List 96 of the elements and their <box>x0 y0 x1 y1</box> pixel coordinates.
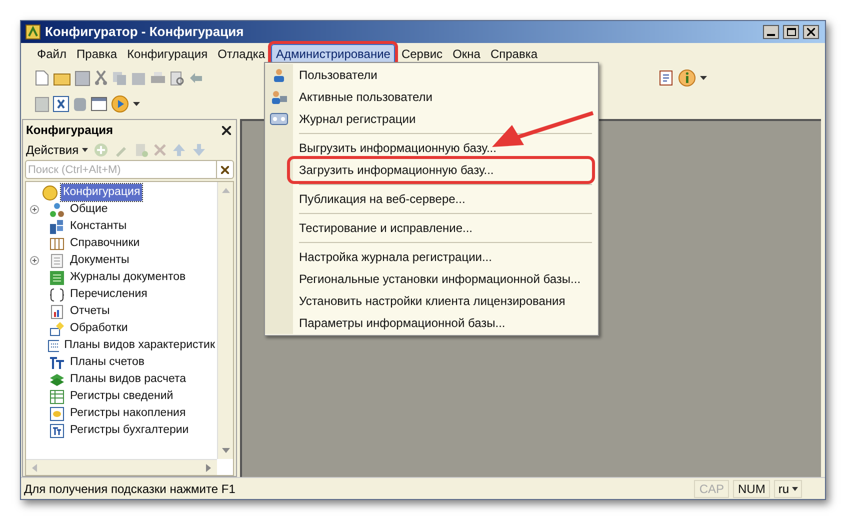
menu-item[interactable]: Выгрузить информационную базу... <box>293 137 592 159</box>
tree-item[interactable]: Константы <box>68 218 129 236</box>
tree-item[interactable]: Планы счетов <box>68 354 146 372</box>
menu-item[interactable]: Конфигурация <box>123 44 212 64</box>
tree-item[interactable]: Планы видов характеристик <box>62 336 217 354</box>
tree-item[interactable]: Документы <box>68 252 132 270</box>
log-icon <box>270 113 288 125</box>
caret-icon[interactable] <box>700 76 707 80</box>
close-icon <box>807 28 815 36</box>
scroll-up-icon[interactable] <box>222 188 230 193</box>
language-selector[interactable]: ru <box>774 480 802 498</box>
user-icon <box>272 68 286 82</box>
tree-item[interactable]: Журналы документов <box>68 268 188 286</box>
close-button[interactable] <box>219 123 233 137</box>
menu-item[interactable]: Пользователи <box>293 64 592 86</box>
journal-icon <box>49 270 65 286</box>
table-icon <box>49 236 65 252</box>
tree-item[interactable]: Перечисления <box>68 286 150 304</box>
maximize-icon <box>786 28 796 36</box>
chart-icon <box>49 304 65 320</box>
tree-item[interactable]: Общие <box>68 200 110 218</box>
window-title: Конфигуратор - Конфигурация <box>45 23 245 42</box>
document-icon <box>49 252 65 268</box>
new-document-icon[interactable] <box>35 70 49 86</box>
caret-icon[interactable] <box>792 486 798 490</box>
letters-icon <box>49 422 65 438</box>
users-computer-icon <box>271 90 287 104</box>
tree-item[interactable]: Регистры накопления <box>68 404 188 422</box>
tree-item[interactable]: Регистры сведений <box>68 388 176 406</box>
grid-icon <box>49 388 65 404</box>
panel-title: Конфигурация <box>26 122 114 139</box>
menu-item[interactable]: Активные пользователи <box>293 86 592 108</box>
menu-item[interactable]: Файл <box>33 44 71 64</box>
scroll-right-icon[interactable] <box>206 464 211 472</box>
window-icon[interactable] <box>91 97 107 111</box>
search-field[interactable]: Поиск (Ctrl+Alt+M) <box>25 160 217 179</box>
menu-item[interactable]: Справка <box>486 44 542 64</box>
save-icon[interactable] <box>75 70 90 86</box>
minimize-icon <box>767 34 775 36</box>
menu-item[interactable]: Сервис <box>397 44 447 64</box>
tree-icon[interactable] <box>35 96 49 112</box>
tree-item[interactable]: Отчеты <box>68 302 112 320</box>
braces-icon <box>49 286 65 302</box>
close-button[interactable] <box>803 25 819 39</box>
info-icon[interactable] <box>678 69 696 87</box>
minimize-button[interactable] <box>763 25 779 39</box>
tree-item[interactable]: Справочники <box>68 234 142 252</box>
document-icon[interactable] <box>659 70 674 86</box>
scroll-down-icon[interactable] <box>222 448 230 453</box>
layers-icon <box>49 372 65 388</box>
shapes-icon <box>49 202 65 218</box>
menu-item[interactable]: Правка <box>72 44 122 64</box>
menu-item[interactable]: Региональные установки информационной базы... <box>293 268 592 290</box>
expand-icon[interactable] <box>30 205 38 214</box>
clear-button[interactable] <box>217 160 234 179</box>
undo-icon[interactable] <box>189 72 203 84</box>
close-icon <box>222 126 230 134</box>
close-icon <box>221 166 229 174</box>
menu-item[interactable]: Окна <box>448 44 484 64</box>
status-indicator: CAP <box>694 480 729 498</box>
maximize-button[interactable] <box>783 25 799 39</box>
scroll-left-icon[interactable] <box>32 464 37 472</box>
clipboard-icon[interactable] <box>131 70 146 86</box>
letters-icon <box>49 354 65 370</box>
tree-item[interactable]: Регистры бухгалтерии <box>68 422 191 440</box>
actions-menu-button[interactable]: Действия <box>26 141 88 159</box>
scissors-icon[interactable] <box>94 70 108 86</box>
menu-item[interactable]: Настройка журнала регистрации... <box>293 246 592 268</box>
play-icon[interactable] <box>111 95 129 113</box>
caret-icon[interactable] <box>82 148 88 152</box>
status-indicator: NUM <box>733 480 770 498</box>
menu-item[interactable]: Тестирование и исправление... <box>293 217 592 239</box>
compare-icon[interactable] <box>53 96 69 112</box>
preview-icon[interactable] <box>170 70 185 86</box>
blocks-icon <box>49 218 65 234</box>
menu-item[interactable]: Параметры информационной базы... <box>293 312 592 334</box>
menu-item[interactable]: Отладка <box>214 44 270 64</box>
menu-item[interactable]: Публикация на веб-сервере... <box>293 188 592 210</box>
menu-item[interactable]: Журнал регистрации <box>293 108 592 130</box>
app-icon <box>25 24 41 40</box>
vertical-scrollbar[interactable] <box>217 182 233 459</box>
printer-icon[interactable] <box>150 70 166 86</box>
menu-item[interactable]: Установить настройки клиента лицензирования <box>293 290 592 312</box>
menu-item[interactable]: Загрузить информационную базу... <box>290 159 592 181</box>
tree-item[interactable]: Обработки <box>68 320 130 338</box>
circle-icon <box>42 184 58 200</box>
status-hint: Для получения подсказки нажмите F1 <box>24 480 236 498</box>
tree-item[interactable]: Конфигурация <box>61 184 142 202</box>
horizontal-scrollbar[interactable] <box>26 459 217 475</box>
copy-icon[interactable] <box>112 70 127 86</box>
caret-icon[interactable] <box>133 102 140 106</box>
expand-icon[interactable] <box>30 256 38 265</box>
tree-item[interactable]: Планы видов расчета <box>68 370 188 388</box>
list-icon <box>46 338 60 354</box>
menu-item[interactable]: Администрирование <box>271 44 396 64</box>
delete-icon[interactable] <box>154 144 166 156</box>
